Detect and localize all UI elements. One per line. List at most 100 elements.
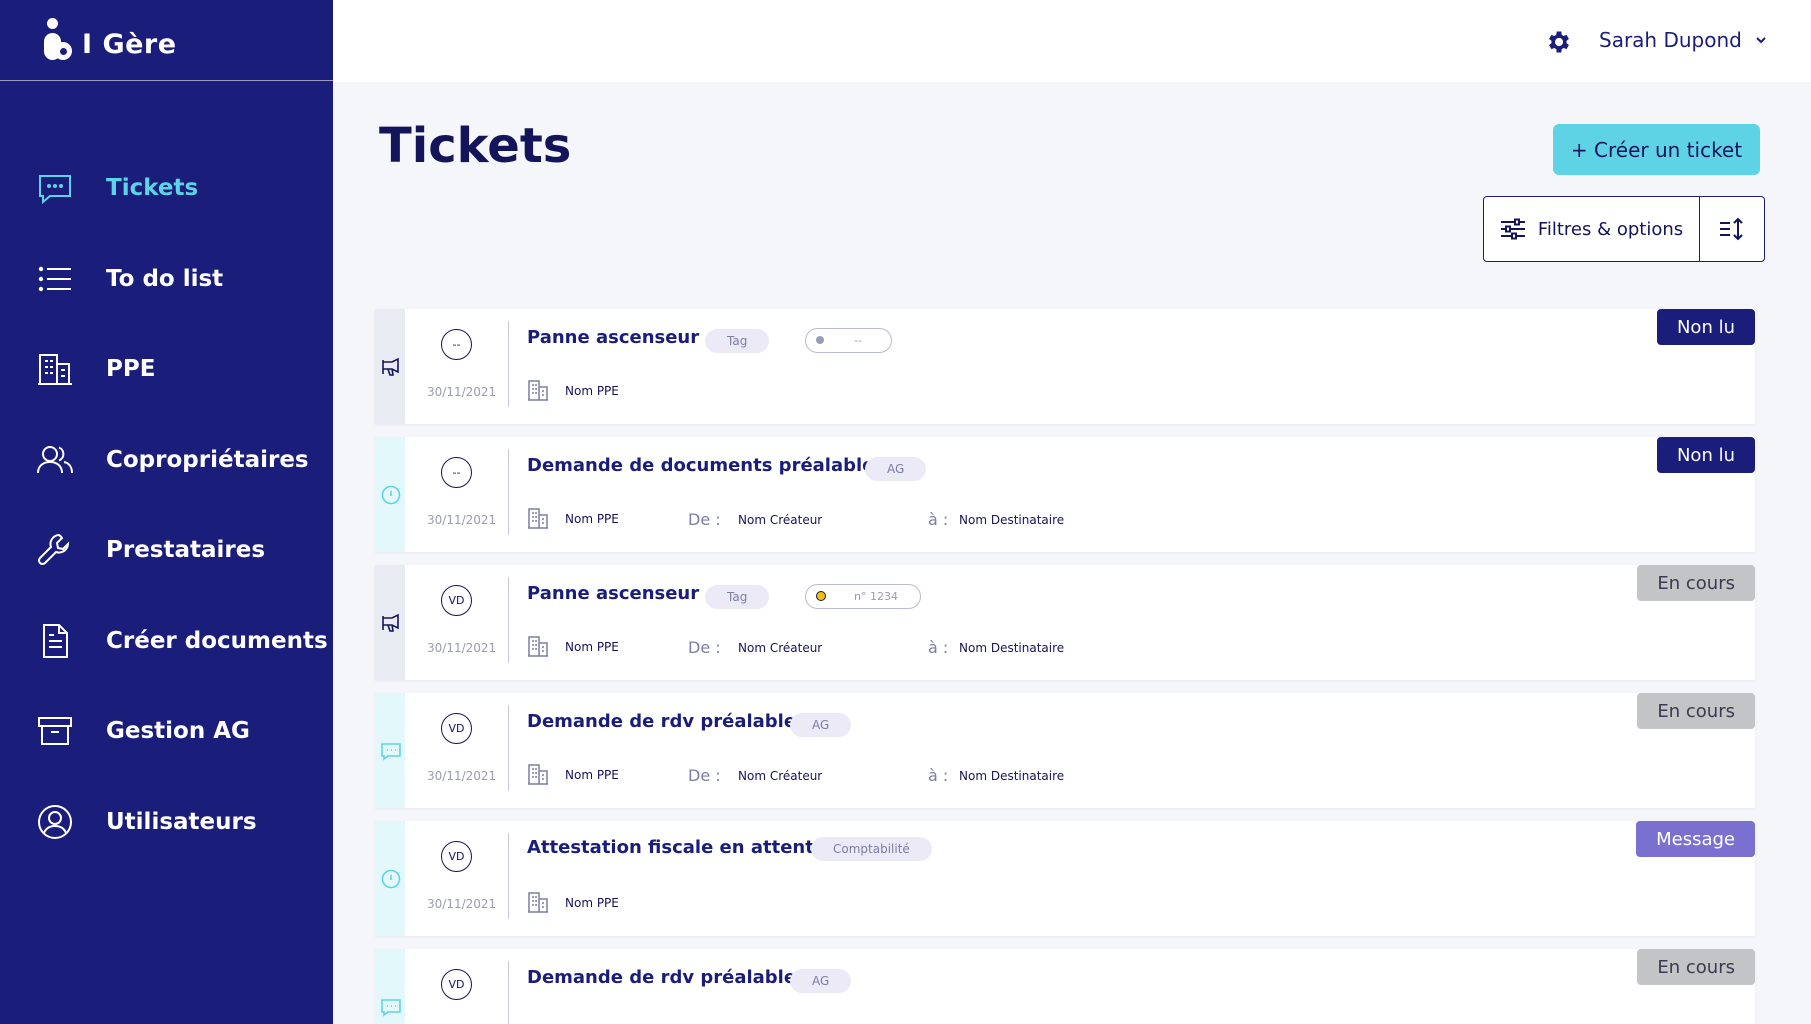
avatar: VD (441, 713, 472, 744)
creator-name: Nom Créateur (738, 513, 823, 527)
divider (508, 449, 509, 535)
ticket-title: Attestation fiscale en attente (527, 837, 827, 858)
sort-button[interactable] (1700, 197, 1764, 261)
page-title: Tickets (379, 118, 572, 174)
reference-dot (816, 591, 826, 601)
ticket-tag: AG (790, 969, 852, 993)
ticket-title: Demande de rdv préalable (527, 711, 797, 732)
building-icon (528, 892, 548, 913)
logo[interactable]: I Gère (0, 0, 333, 81)
sidebar-item-label: To do list (106, 265, 224, 292)
sidebar-item-utilisateurs[interactable]: Utilisateurs (0, 777, 333, 868)
from-label: De : (688, 766, 721, 785)
status-badge: Non lu (1656, 309, 1755, 345)
sidebar-item-tickets[interactable]: Tickets (0, 143, 333, 234)
building-icon (528, 764, 548, 785)
sidebar-item-creer-documents[interactable]: Créer documents (0, 596, 333, 687)
building-icon (528, 636, 548, 657)
wrench-icon (37, 534, 70, 566)
status-badge: Non lu (1656, 437, 1755, 473)
ticket-type-strip (375, 565, 405, 680)
ticket-tag: Tag (705, 329, 770, 353)
chat-icon (381, 999, 401, 1017)
ppe-name: Nom PPE (565, 512, 619, 526)
ticket-date: 30/11/2021 (427, 385, 497, 399)
sidebar-item-label: Prestataires (106, 537, 266, 564)
reference-number: -- (854, 334, 862, 347)
ticket-card[interactable]: VD 30/11/2021 Attestation fiscale en att… (375, 821, 1755, 936)
megaphone-icon (382, 613, 399, 632)
sidebar-item-label: Utilisateurs (106, 808, 257, 835)
ticket-date: 30/11/2021 (427, 769, 497, 783)
avatar: VD (441, 585, 472, 616)
divider (508, 321, 509, 407)
ticket-card[interactable]: -- 30/11/2021 Panne ascenseur Tag -- Nom… (375, 309, 1755, 424)
ticket-tag: Tag (705, 585, 770, 609)
ticket-title: Panne ascenseur (527, 583, 700, 604)
avatar: VD (441, 969, 472, 1000)
list-icon (38, 266, 71, 291)
ppe-name: Nom PPE (565, 640, 619, 654)
info-icon (381, 869, 401, 889)
to-label: à : (928, 766, 949, 785)
megaphone-icon (382, 357, 399, 376)
chat-icon (39, 175, 71, 205)
users-icon (37, 445, 73, 473)
filter-toolbar: Filtres & options (1483, 196, 1765, 262)
ticket-type-strip (375, 949, 405, 1024)
ticket-card[interactable]: VD 30/11/2021 Panne ascenseur Tag n° 123… (375, 565, 1755, 680)
ticket-date: 30/11/2021 (427, 641, 497, 655)
ticket-card[interactable]: -- 30/11/2021 Demande de documents préal… (375, 437, 1755, 552)
status-badge: Message (1636, 821, 1755, 857)
sidebar-item-gestion-ag[interactable]: Gestion AG (0, 686, 333, 777)
filters-options-label: Filtres & options (1537, 218, 1684, 240)
ticket-type-strip (375, 309, 405, 424)
top-bar: Sarah Dupond (333, 0, 1811, 82)
ppe-name: Nom PPE (565, 384, 619, 398)
building-icon (528, 380, 548, 401)
sort-icon (1720, 217, 1743, 241)
avatar: -- (441, 329, 472, 360)
divider (508, 705, 509, 791)
user-menu[interactable]: Sarah Dupond (1599, 28, 1768, 52)
from-label: De : (688, 638, 721, 657)
ppe-name: Nom PPE (565, 768, 619, 782)
recipient-name: Nom Destinataire (959, 769, 1065, 783)
sidebar-item-coproprietaires[interactable]: Copropriétaires (0, 415, 333, 506)
status-badge: En cours (1637, 949, 1755, 985)
filters-options-button[interactable]: Filtres & options (1484, 197, 1700, 261)
sidebar-item-ppe[interactable]: PPE (0, 324, 333, 415)
sidebar-item-prestataires[interactable]: Prestataires (0, 505, 333, 596)
document-icon (43, 623, 68, 658)
ticket-date: 30/11/2021 (427, 897, 497, 911)
divider (508, 833, 509, 919)
divider (508, 961, 509, 1024)
gear-icon[interactable] (1545, 28, 1573, 56)
sidebar-item-label: Créer documents (106, 627, 328, 654)
create-ticket-button[interactable]: + Créer un ticket (1553, 124, 1760, 175)
archive-icon (38, 717, 72, 746)
ticket-card[interactable]: VD Demande de rdv préalable AG En cours (375, 949, 1755, 1024)
user-name: Sarah Dupond (1599, 28, 1742, 52)
from-label: De : (688, 510, 721, 529)
sidebar-item-label: PPE (106, 356, 156, 383)
divider (508, 577, 509, 663)
sidebar-item-todo[interactable]: To do list (0, 234, 333, 325)
recipient-name: Nom Destinataire (959, 513, 1065, 527)
building-icon (528, 508, 548, 529)
app-name: I Gère (82, 28, 177, 60)
ticket-reference: -- (805, 328, 892, 353)
ticket-type-strip (375, 821, 405, 936)
sidebar-nav: Tickets To do list PPE Copropriétaires P… (0, 143, 333, 867)
ticket-title: Demande de documents préalable (527, 455, 875, 476)
creator-name: Nom Créateur (738, 641, 823, 655)
sidebar-item-label: Tickets (106, 175, 199, 202)
status-badge: En cours (1637, 565, 1755, 601)
sidebar: I Gère Tickets To do list PPE Copropriét… (0, 0, 333, 1024)
recipient-name: Nom Destinataire (959, 641, 1065, 655)
ppe-name: Nom PPE (565, 896, 619, 910)
ticket-card[interactable]: VD 30/11/2021 Demande de rdv préalable A… (375, 693, 1755, 808)
avatar: VD (441, 841, 472, 872)
ticket-type-strip (375, 437, 405, 552)
ticket-reference: n° 1234 (805, 584, 921, 609)
